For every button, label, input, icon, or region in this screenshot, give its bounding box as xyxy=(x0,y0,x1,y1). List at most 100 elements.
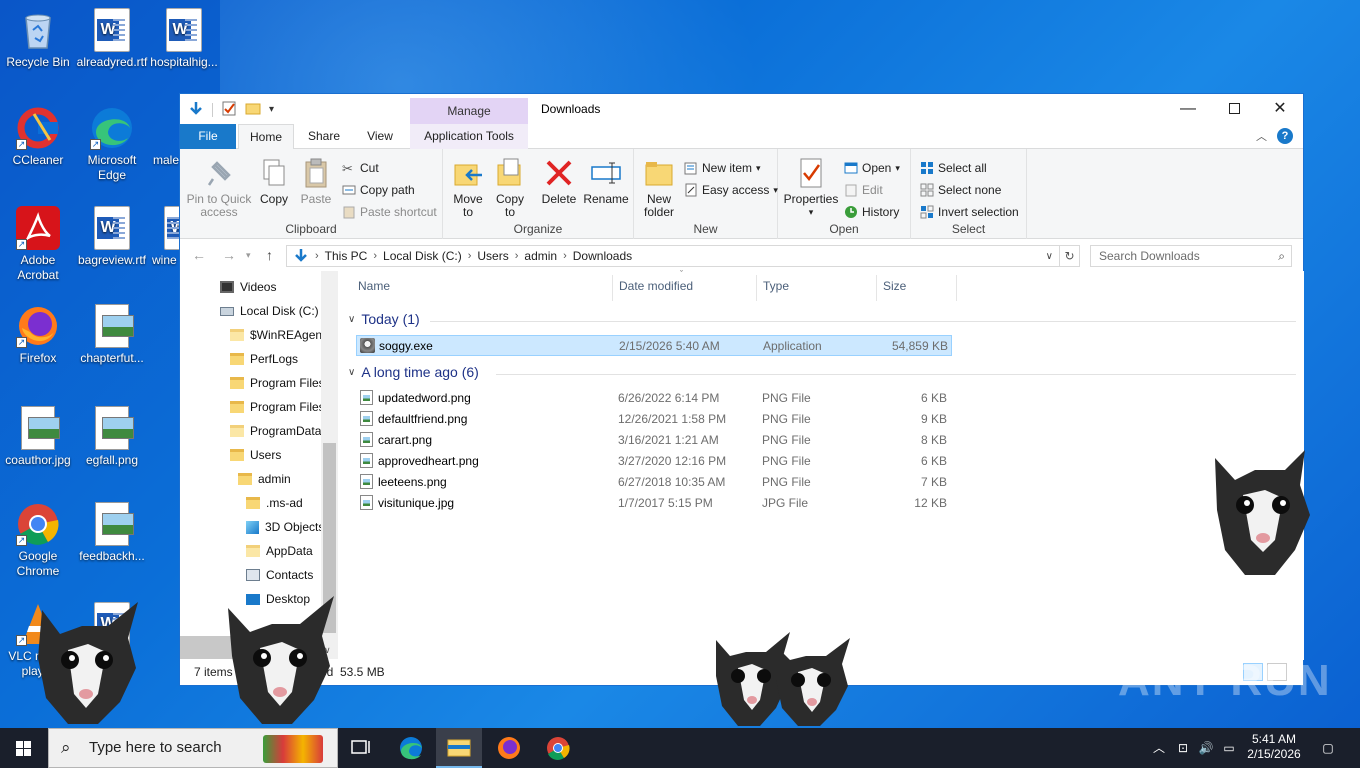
file-row[interactable]: defaultfriend.png 12/26/2021 1:58 PM PNG… xyxy=(356,409,952,430)
address-bar[interactable]: › This PC › Local Disk (C:) › Users › ad… xyxy=(286,245,1060,267)
desktop-icon-egfall[interactable]: egfall.png xyxy=(74,406,150,468)
nav-item-3d-objects[interactable]: 3D Objects xyxy=(246,515,324,539)
network-icon[interactable]: ⊡ xyxy=(1174,728,1192,768)
desktop-icon-adobe-acrobat[interactable]: ↗ Adobe Acrobat xyxy=(0,206,76,283)
column-separator[interactable] xyxy=(956,275,957,301)
taskbar-edge-button[interactable] xyxy=(388,728,434,768)
taskbar-search-input[interactable]: ⌕ Type here to search xyxy=(48,728,338,768)
up-button[interactable]: ↑ xyxy=(266,247,273,263)
taskbar-chrome-button[interactable] xyxy=(535,728,581,768)
cut-button[interactable]: ✂ Cut xyxy=(342,161,379,176)
minimize-button[interactable]: — xyxy=(1165,94,1211,124)
tab-application-tools[interactable]: Application Tools xyxy=(410,124,528,149)
address-dropdown-icon[interactable]: ∨ xyxy=(1046,251,1053,262)
properties-button[interactable]: Properties ▾ xyxy=(782,157,840,219)
select-all-button[interactable]: Select all xyxy=(920,161,987,175)
pin-to-quick-access-button[interactable]: Pin to Quick access xyxy=(186,157,252,219)
tab-file[interactable]: File xyxy=(180,124,236,149)
breadcrumb-downloads[interactable]: Downloads xyxy=(567,249,638,263)
nav-item-local-disk[interactable]: Local Disk (C:) xyxy=(220,299,319,323)
nav-item-winreagent[interactable]: $WinREAgent xyxy=(230,323,325,347)
nav-item-appdata[interactable]: AppData xyxy=(246,539,313,563)
column-header-date-modified[interactable]: Date modified xyxy=(619,279,693,293)
nav-item-users[interactable]: Users xyxy=(230,443,281,467)
copy-path-button[interactable]: Copy path xyxy=(342,183,415,197)
column-separator[interactable] xyxy=(756,275,757,301)
breadcrumb-users[interactable]: Users xyxy=(471,249,514,263)
rename-button[interactable]: Rename xyxy=(583,157,629,206)
desktop-icon-ccleaner[interactable]: ↗ CCleaner xyxy=(0,106,76,168)
invert-selection-button[interactable]: Invert selection xyxy=(920,205,1019,219)
forward-button[interactable]: → xyxy=(222,247,236,263)
desktop-icon-coauthor[interactable]: coauthor.jpg xyxy=(0,406,76,468)
nav-item-admin[interactable]: admin xyxy=(238,467,291,491)
desktop-icon-bagreview[interactable]: bagreview.rtf xyxy=(74,206,150,268)
edit-button[interactable]: Edit xyxy=(844,183,883,197)
column-separator[interactable] xyxy=(876,275,877,301)
system-clock[interactable]: 5:41 AM 2/15/2026 xyxy=(1237,732,1311,762)
back-button[interactable]: ← xyxy=(192,247,206,263)
qat-dropdown-icon[interactable]: ▾ xyxy=(269,104,274,115)
tab-home[interactable]: Home xyxy=(238,124,294,150)
breadcrumb-this-pc[interactable]: This PC xyxy=(319,249,374,263)
file-row[interactable]: approvedheart.png 3/27/2020 12:16 PM PNG… xyxy=(356,451,952,472)
nav-item-ms-ad[interactable]: .ms-ad xyxy=(246,491,303,515)
history-button[interactable]: History xyxy=(844,205,899,219)
taskbar-firefox-button[interactable] xyxy=(486,728,532,768)
new-item-button[interactable]: New item ▾ xyxy=(684,161,761,175)
copy-button[interactable]: Copy xyxy=(256,157,292,206)
nav-item-perflogs[interactable]: PerfLogs xyxy=(230,347,298,371)
file-row[interactable]: updatedword.png 6/26/2022 6:14 PM PNG Fi… xyxy=(356,388,952,409)
taskbar-file-explorer-button[interactable] xyxy=(436,728,482,768)
breadcrumb-admin[interactable]: admin xyxy=(518,249,563,263)
file-row[interactable]: visitunique.jpg 1/7/2017 5:15 PM JPG Fil… xyxy=(356,493,952,514)
properties-check-icon[interactable] xyxy=(221,100,237,119)
nav-item-program-files[interactable]: Program Files xyxy=(230,371,325,395)
move-to-button[interactable]: Move to xyxy=(449,157,487,219)
column-separator[interactable] xyxy=(612,275,613,301)
column-header-size[interactable]: Size xyxy=(883,279,906,293)
tab-share[interactable]: Share xyxy=(298,124,350,149)
group-header-today[interactable]: ∨ Today (1) xyxy=(346,311,420,327)
desktop-icon-feedbackh[interactable]: feedbackh... xyxy=(74,502,150,564)
refresh-button[interactable]: ↻ xyxy=(1060,245,1080,267)
start-button[interactable] xyxy=(0,728,48,768)
desktop-icon-firefox[interactable]: ↗ Firefox xyxy=(0,304,76,366)
task-view-button[interactable] xyxy=(338,728,384,768)
column-header-type[interactable]: Type xyxy=(763,279,789,293)
nav-item-program-files-x86[interactable]: Program Files xyxy=(230,395,325,419)
new-folder-button[interactable]: New folder xyxy=(640,157,678,219)
paste-shortcut-button[interactable]: Paste shortcut xyxy=(342,205,437,219)
copy-to-button[interactable]: Copy to xyxy=(491,157,529,219)
tab-view[interactable]: View xyxy=(354,124,406,149)
desktop-icon-google-chrome[interactable]: ↗ Google Chrome xyxy=(0,502,76,579)
paste-button[interactable]: Paste xyxy=(298,157,334,206)
desktop-icon-recycle-bin[interactable]: Recycle Bin xyxy=(0,8,76,70)
input-icon[interactable]: ▭ xyxy=(1220,728,1238,768)
open-button[interactable]: Open ▾ xyxy=(844,161,900,175)
nav-item-videos[interactable]: Videos xyxy=(220,275,276,299)
column-header-name[interactable]: Name xyxy=(358,279,390,293)
easy-access-button[interactable]: Easy access ▾ xyxy=(684,183,778,197)
collapse-ribbon-icon[interactable]: ︿ xyxy=(1256,128,1267,144)
breadcrumb-local-disk[interactable]: Local Disk (C:) xyxy=(377,249,468,263)
notifications-icon[interactable]: ▢ xyxy=(1316,728,1340,768)
desktop-icon-chapterfut[interactable]: chapterfut... xyxy=(74,304,150,366)
desktop-icon-microsoft-edge[interactable]: ↗ Microsoft Edge xyxy=(74,106,150,183)
file-row-selected[interactable]: soggy.exe 2/15/2026 5:40 AM Application … xyxy=(356,335,952,356)
down-arrow-icon[interactable] xyxy=(188,100,204,119)
desktop-icon-hospitalhig[interactable]: hospitalhig... xyxy=(146,8,222,70)
desktop-icon-alreadyred[interactable]: alreadyred.rtf xyxy=(74,8,150,70)
group-header-a-long-time-ago[interactable]: ∨ A long time ago (6) xyxy=(346,364,479,380)
maximize-button[interactable] xyxy=(1211,94,1257,124)
delete-button[interactable]: Delete xyxy=(539,157,579,206)
select-none-button[interactable]: Select none xyxy=(920,183,1001,197)
search-input[interactable]: Search Downloads ⌕ xyxy=(1090,245,1292,267)
recent-locations-button[interactable]: ▾ xyxy=(246,250,251,261)
show-hidden-icons-button[interactable]: ︿ xyxy=(1150,728,1168,768)
file-row[interactable]: carart.png 3/16/2021 1:21 AM PNG File 8 … xyxy=(356,430,952,451)
help-icon[interactable]: ? xyxy=(1277,128,1293,144)
nav-item-programdata[interactable]: ProgramData xyxy=(230,419,321,443)
nav-item-contacts[interactable]: Contacts xyxy=(246,563,313,587)
new-folder-icon[interactable] xyxy=(245,100,261,119)
